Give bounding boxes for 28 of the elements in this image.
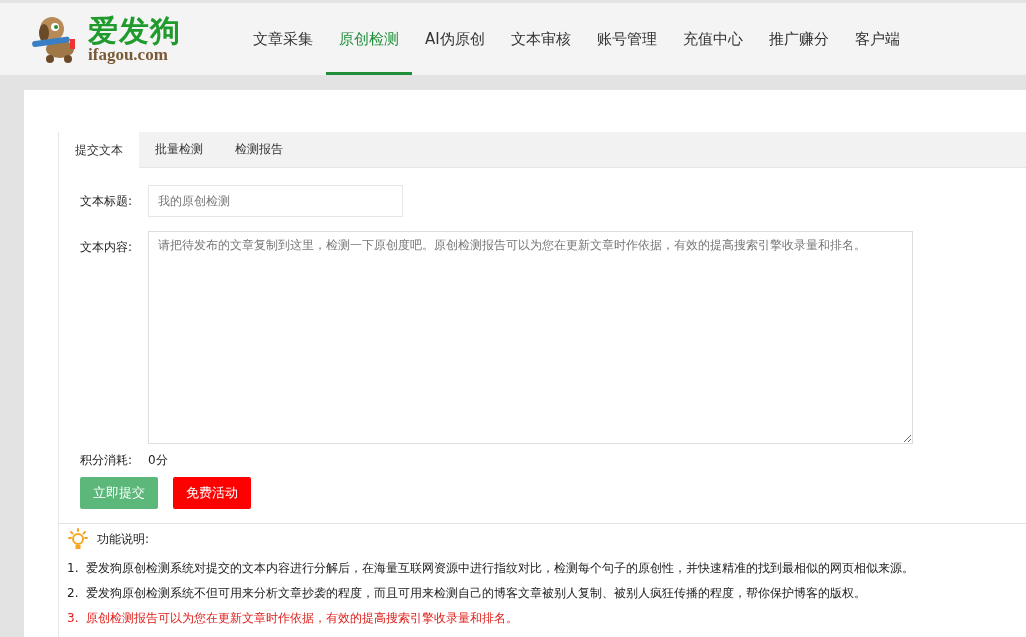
nav-link[interactable]: 文章采集 — [240, 3, 326, 75]
logo-domain: ifagou.com — [88, 45, 168, 63]
cost-value: 0分 — [148, 452, 168, 469]
field-label: 文本内容: — [80, 239, 134, 256]
logo-title: 爱发狗 — [88, 15, 181, 46]
content-textarea[interactable]: 请把待发布的文章复制到这里，检测一下原创度吧。原创检测报告可以为您在更新文章时作依据，有效的提高搜索引擎收录量和排名。 — [148, 231, 913, 444]
field-label: 积分消耗: — [80, 452, 134, 469]
promo-button[interactable]: 免费活动 — [173, 477, 251, 509]
tab[interactable]: 提交文本 — [59, 132, 139, 168]
nav-link[interactable]: 文本审核 — [497, 3, 584, 75]
tab[interactable]: 批量检测 — [139, 132, 219, 167]
note-number: 2. — [67, 585, 79, 602]
nav-link[interactable]: 原创检测 — [326, 3, 412, 75]
nav-link[interactable]: AI伪原创 — [412, 3, 498, 75]
field-label: 文本标题: — [80, 192, 134, 210]
note-text: 爱发狗原创检测系统不但可用来分析文章抄袭的程度，而且可用来检测自己的博客文章被别人复制、被别人疯狂传播的程度，帮你保护博客的版权。 — [86, 585, 867, 602]
note-number: 3. — [67, 610, 79, 627]
note-text: 爱发狗原创检测系统对提交的文本内容进行分解后，在海量互联网资源中进行指纹对比，检测每个句子的原创性，并快速精准的找到最相似的网页相似来源。 — [86, 560, 915, 577]
tab[interactable]: 检测报告 — [219, 132, 299, 167]
note-number: 1. — [67, 560, 79, 577]
nav-link[interactable]: 客户端 — [841, 3, 913, 75]
note-text: 原创检测报告可以为您在更新文章时作依据，有效的提高搜索引擎收录量和排名。 — [86, 610, 519, 627]
title-input-field[interactable]: 我的原创检测 — [148, 185, 403, 217]
nav-link[interactable]: 推广赚分 — [755, 3, 842, 75]
nav-link[interactable]: 充值中心 — [669, 3, 756, 75]
lightbulb-icon — [67, 528, 89, 550]
notes-heading: 功能说明: — [97, 530, 150, 548]
nav-link[interactable]: 账号管理 — [583, 3, 670, 75]
